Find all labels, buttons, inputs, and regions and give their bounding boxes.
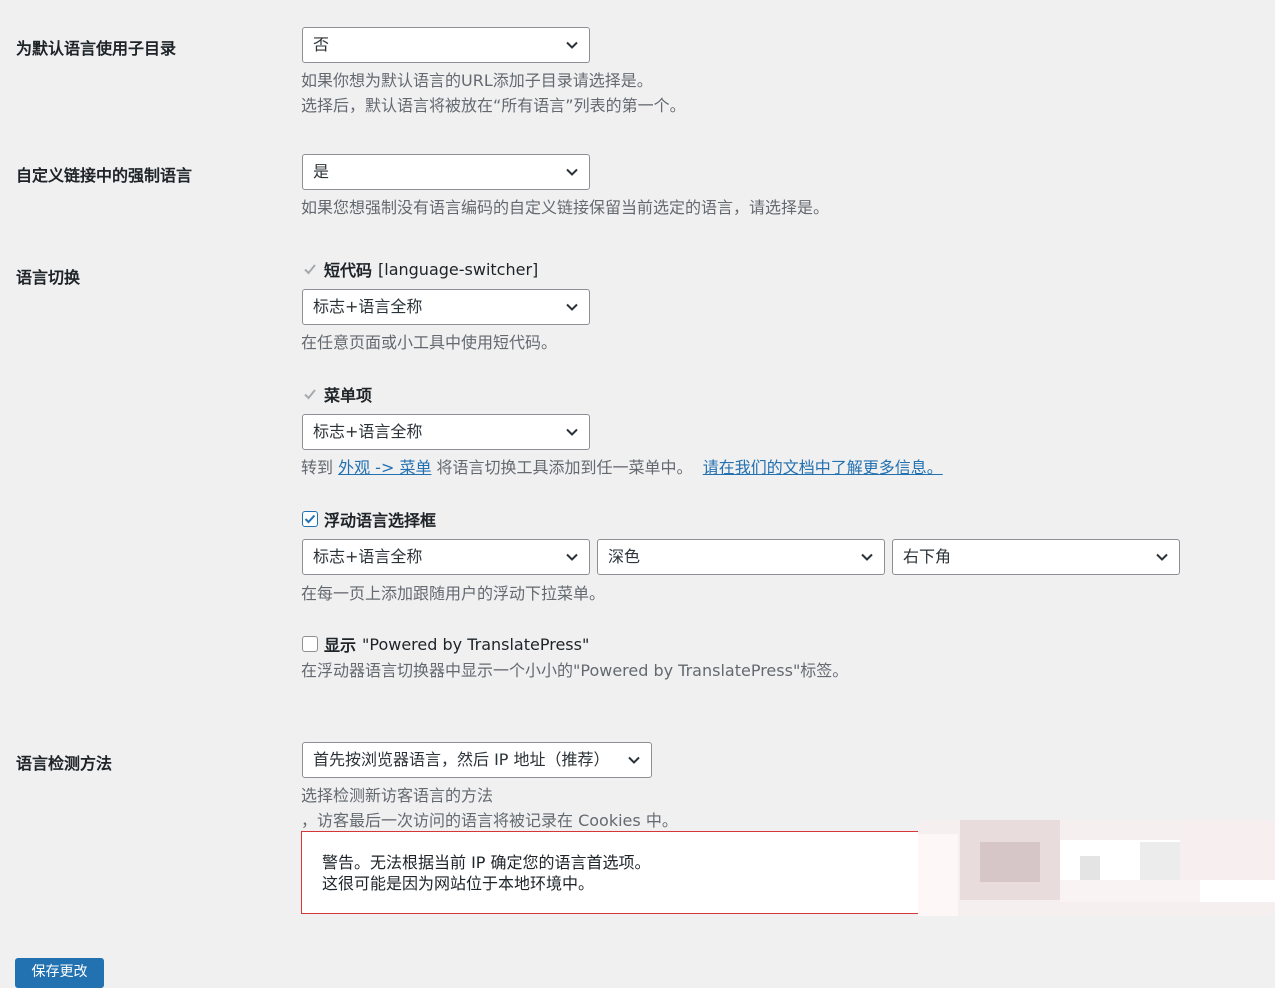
subdirectory-label: 为默认语言使用子目录 (16, 39, 177, 58)
force-language-select[interactable]: 是 (302, 154, 590, 190)
powered-by-title: 显示 (324, 636, 357, 655)
subdirectory-description: 如果你想为默认语言的URL添加子目录请选择是。 选择后，默认语言将被放在“所有语… (301, 68, 686, 118)
ip-warning-notice: 警告。无法根据当前 IP 确定您的语言首选项。 这很可能是因为网站位于本地环境中… (301, 831, 929, 914)
language-switcher-label: 语言切换 (16, 268, 81, 287)
shortcode-title: 短代码 (324, 261, 373, 280)
floating-theme-select[interactable]: 深色 (597, 539, 885, 575)
menu-item-style-select[interactable]: 标志+语言全称 (302, 414, 590, 450)
floating-switcher-title: 浮动语言选择框 (324, 511, 437, 530)
appearance-menus-link[interactable]: 外观 -> 菜单 (338, 458, 431, 477)
floating-style-select[interactable]: 标志+语言全称 (302, 539, 590, 575)
menu-desc-middle: 将语言切换工具添加到任一菜单中。 (431, 458, 703, 477)
powered-by-checkbox[interactable] (302, 636, 318, 652)
detection-description: 选择检测新访客语言的方法 ，访客最后一次访问的语言将被记录在 Cookies 中… (301, 783, 678, 833)
detection-desc-line2: ，访客最后一次访问的语言将被记录在 Cookies 中。 (301, 811, 678, 830)
warning-line2: 这很可能是因为网站位于本地环境中。 (322, 874, 595, 893)
subdirectory-desc-line2: 选择后，默认语言将被放在“所有语言”列表的第一个。 (301, 96, 686, 115)
chevron-down-icon (566, 303, 578, 311)
menu-item-description: 转到 外观 -> 菜单 将语言切换工具添加到任一菜单中。 请在我们的文档中了解更… (301, 455, 943, 480)
shortcode-code: [language-switcher] (378, 259, 539, 279)
floating-switcher-checkbox[interactable] (302, 511, 318, 527)
obscured-region (918, 820, 1275, 916)
chevron-down-icon (861, 553, 873, 561)
chevron-down-icon (566, 168, 578, 176)
shortcode-style-value: 标志+语言全称 (313, 297, 423, 316)
menu-item-style-value: 标志+语言全称 (313, 422, 423, 441)
chevron-down-icon (566, 553, 578, 561)
subdirectory-select-value: 否 (313, 35, 330, 54)
detection-method-label: 语言检测方法 (16, 754, 113, 773)
detection-method-select[interactable]: 首先按浏览器语言，然后 IP 地址（推荐） (302, 742, 652, 778)
check-icon (304, 514, 316, 524)
check-icon (304, 264, 316, 275)
warning-line1: 警告。无法根据当前 IP 确定您的语言首选项。 (322, 853, 651, 872)
shortcode-style-select[interactable]: 标志+语言全称 (302, 289, 590, 325)
chevron-down-icon (628, 756, 640, 764)
powered-by-option: 显示 "Powered by TranslatePress" (302, 632, 589, 656)
force-language-label: 自定义链接中的强制语言 (16, 166, 193, 185)
force-language-select-value: 是 (313, 162, 330, 181)
floating-position-select[interactable]: 右下角 (892, 539, 1180, 575)
check-icon (304, 389, 316, 400)
shortcode-option: 短代码 [language-switcher] (302, 257, 538, 281)
documentation-link[interactable]: 请在我们的文档中了解更多信息。 (703, 458, 943, 477)
chevron-down-icon (566, 41, 578, 49)
save-changes-button[interactable]: 保存更改 (15, 958, 104, 988)
force-language-description: 如果您想强制没有语言编码的自定义链接保留当前选定的语言，请选择是。 (301, 198, 830, 217)
floating-position-value: 右下角 (903, 547, 952, 566)
subdirectory-desc-line1: 如果你想为默认语言的URL添加子目录请选择是。 (301, 71, 653, 90)
detection-method-value: 首先按浏览器语言，然后 IP 地址（推荐） (313, 750, 610, 769)
detection-desc-line1: 选择检测新访客语言的方法 (301, 786, 494, 805)
subdirectory-select[interactable]: 否 (302, 27, 590, 63)
floating-theme-value: 深色 (608, 547, 641, 566)
floating-switcher-option: 浮动语言选择框 (302, 507, 442, 531)
shortcode-description: 在任意页面或小工具中使用短代码。 (301, 333, 558, 352)
chevron-down-icon (1156, 553, 1168, 561)
floating-description: 在每一页上添加跟随用户的浮动下拉菜单。 (301, 584, 606, 603)
powered-by-title-rest: "Powered by TranslatePress" (362, 634, 590, 654)
menu-item-title: 菜单项 (324, 386, 373, 405)
floating-style-value: 标志+语言全称 (313, 547, 423, 566)
chevron-down-icon (566, 428, 578, 436)
menu-desc-prefix: 转到 (301, 458, 339, 477)
powered-by-description: 在浮动器语言切换器中显示一个小小的"Powered by TranslatePr… (301, 661, 849, 680)
menu-item-option: 菜单项 (302, 382, 378, 406)
